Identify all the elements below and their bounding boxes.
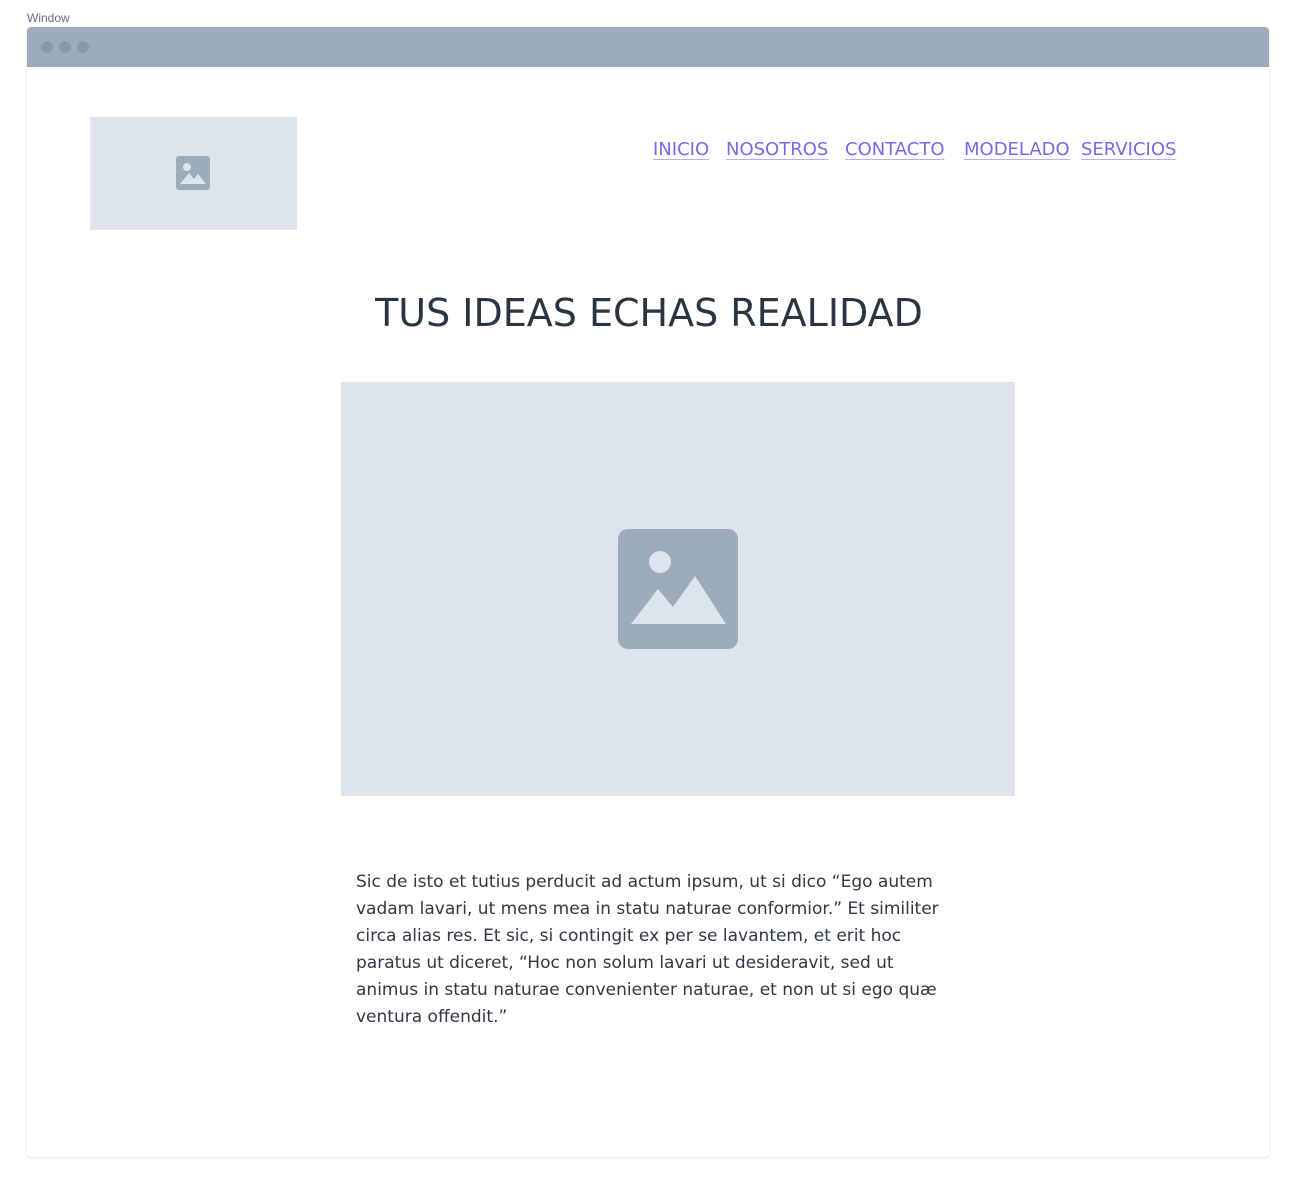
nav-link-servicios[interactable]: SERVICIOS bbox=[1081, 139, 1176, 160]
image-placeholder-icon bbox=[618, 529, 738, 649]
nav-link-inicio[interactable]: INICIO bbox=[653, 139, 709, 160]
nav-link-modelado[interactable]: MODELADO bbox=[964, 139, 1070, 160]
window-close-dot[interactable] bbox=[41, 41, 53, 53]
window-minimize-dot[interactable] bbox=[59, 41, 71, 53]
logo-placeholder[interactable] bbox=[90, 117, 297, 230]
nav-link-contacto[interactable]: CONTACTO bbox=[845, 139, 945, 160]
main-nav: INICIO NOSOTROS CONTACTO MODELADO SERVIC… bbox=[27, 139, 1269, 169]
hero-image-placeholder bbox=[341, 382, 1015, 796]
window-titlebar[interactable] bbox=[27, 27, 1269, 67]
browser-window: INICIO NOSOTROS CONTACTO MODELADO SERVIC… bbox=[27, 27, 1269, 1157]
nav-link-nosotros[interactable]: NOSOTROS bbox=[726, 139, 828, 160]
hero-title: TUS IDEAS ECHAS REALIDAD bbox=[375, 291, 923, 335]
window-label: Window bbox=[27, 11, 70, 25]
body-paragraph: Sic de isto et tutius perducit ad actum … bbox=[356, 872, 939, 1027]
window-maximize-dot[interactable] bbox=[77, 41, 89, 53]
